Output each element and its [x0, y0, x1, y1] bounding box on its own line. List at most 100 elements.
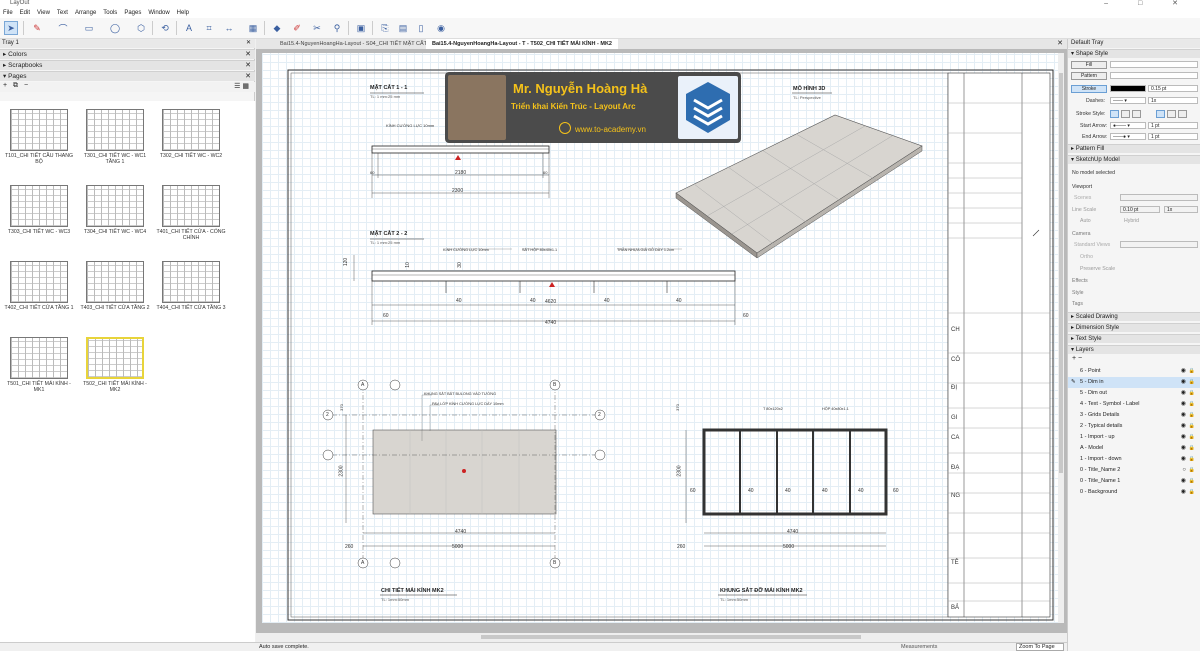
delete-page-icon[interactable]: ▯ — [414, 21, 428, 35]
polygon-tool-icon[interactable]: ⬡ — [134, 21, 148, 35]
layer-row[interactable]: 0 - Title_Name 2 ○ 🔒 — [1068, 465, 1200, 476]
zoom-select[interactable]: Zoom To Page — [1016, 643, 1064, 651]
menu-pages[interactable]: Pages — [124, 9, 141, 18]
visibility-eye-icon[interactable]: ◉ — [1181, 432, 1186, 443]
duplicate-page-icon[interactable]: ▤ — [396, 21, 410, 35]
effects-label[interactable]: Effects — [1072, 278, 1088, 284]
panel-pattern-fill[interactable]: ▸ Pattern Fill — [1068, 144, 1200, 153]
layer-row[interactable]: 1 - Import - down ◉ 🔒 — [1068, 454, 1200, 465]
table-tool-icon[interactable]: ▦ — [246, 21, 260, 35]
page-thumbnail[interactable]: T404_CHI TIẾT CỬA TẦNG 3 — [156, 261, 226, 311]
line-tool-icon[interactable]: ✎ — [30, 21, 44, 35]
add-page-icon[interactable]: + — [3, 82, 7, 89]
pattern-button[interactable]: Pattern — [1071, 72, 1107, 80]
lock-icon[interactable]: 🔒 — [1189, 421, 1195, 432]
window-controls[interactable]: – □ ✕ — [1104, 0, 1192, 7]
join-style-round-icon[interactable] — [1167, 110, 1176, 118]
close-icon[interactable]: ✕ — [245, 61, 251, 71]
tab-document-1[interactable]: Bai15.4-NguyenHoangHa-Layout - S04_CHI T… — [274, 39, 433, 49]
join-style-bevel-icon[interactable] — [1178, 110, 1187, 118]
pattern-swatch[interactable] — [1110, 72, 1198, 79]
fill-button[interactable]: Fill — [1071, 61, 1107, 69]
layer-row[interactable]: 2 - Typical details ◉ 🔒 — [1068, 421, 1200, 432]
add-layer-icon[interactable]: + — [1072, 355, 1076, 362]
layer-row[interactable]: 1 - Import - up ◉ 🔒 — [1068, 432, 1200, 443]
page-thumbnail[interactable]: T403_CHI TIẾT CỬA TẦNG 2 — [80, 261, 150, 311]
horizontal-scrollbar[interactable] — [256, 633, 1067, 642]
layer-row[interactable]: 0 - Background ◉ 🔒 — [1068, 487, 1200, 498]
scenes-select[interactable] — [1120, 194, 1198, 201]
lock-icon[interactable]: 🔒 — [1189, 476, 1195, 487]
lock-icon[interactable]: 🔒 — [1189, 487, 1195, 498]
panel-dimension-style[interactable]: ▸ Dimension Style — [1068, 323, 1200, 332]
menu-view[interactable]: View — [37, 9, 50, 18]
eraser-tool-icon[interactable]: ◆ — [270, 21, 284, 35]
visibility-eye-icon[interactable]: ◉ — [1181, 421, 1186, 432]
layer-row[interactable]: ✎ 5 - Dim in ◉ 🔒 — [1068, 377, 1200, 388]
circle-tool-icon[interactable]: ◯ — [108, 21, 122, 35]
join-tool-icon[interactable]: ⚲ — [330, 21, 344, 35]
lock-icon[interactable]: 🔒 — [1189, 366, 1195, 377]
menu-help[interactable]: Help — [177, 9, 189, 18]
page-thumbnail[interactable]: T402_CHI TIẾT CỬA TẦNG 1 — [4, 261, 74, 311]
close-icon[interactable]: ✕ — [245, 50, 251, 60]
dashes-select[interactable]: —— ▾ — [1110, 97, 1146, 104]
page-thumbnail[interactable]: T303_CHI TIẾT WC - WC3 — [4, 185, 74, 235]
page-thumbnail[interactable]: T302_CHI TIẾT WC - WC2 — [156, 109, 226, 159]
select-tool-icon[interactable]: ➤ — [4, 21, 18, 35]
lock-icon[interactable]: 🔒 — [1189, 454, 1195, 465]
page-thumbnail[interactable]: T304_CHI TIẾT WC - WC4 — [80, 185, 150, 235]
cap-style-round-icon[interactable] — [1121, 110, 1130, 118]
panel-text-style[interactable]: ▸ Text Style — [1068, 334, 1200, 343]
join-style-miter-icon[interactable] — [1156, 110, 1165, 118]
start-arrow-size[interactable]: 1 pt — [1148, 122, 1198, 129]
panel-scrapbooks[interactable]: ▸ Scrapbooks ✕ — [0, 60, 255, 70]
close-icon[interactable]: ✕ — [245, 72, 251, 82]
layer-row[interactable]: 3 - Grids Details ◉ 🔒 — [1068, 410, 1200, 421]
visibility-eye-icon[interactable]: ◉ — [1181, 377, 1186, 388]
duplicate-page-icon[interactable]: ⧉ — [13, 82, 18, 89]
tray-close-icon[interactable]: ✕ — [246, 39, 251, 48]
menu-tools[interactable]: Tools — [103, 9, 117, 18]
page-thumbnail[interactable]: T401_CHI TIẾT CỬA - CỔNG CHÍNH — [156, 185, 226, 241]
page-thumbnail[interactable]: T501_CHI TIẾT MÁI KÍNH - MK1 — [4, 337, 74, 393]
page-thumbnail[interactable]: T101_CHI TIẾT CẦU THANG BỘ — [4, 109, 74, 165]
tags-label[interactable]: Tags — [1072, 301, 1083, 307]
panel-sketchup-model[interactable]: ▾ SketchUp Model — [1068, 155, 1200, 164]
panel-layers[interactable]: ▾ Layers — [1068, 345, 1200, 354]
remove-layer-icon[interactable]: − — [1078, 355, 1082, 362]
page-thumbnail[interactable]: T301_CHI TIẾT WC - WC1 TẦNG 1 — [80, 109, 150, 165]
layer-row[interactable]: 0 - Title_Name 1 ◉ 🔒 — [1068, 476, 1200, 487]
close-document-icon[interactable]: ✕ — [1057, 39, 1063, 47]
preserve-scale-label[interactable]: Preserve Scale — [1080, 266, 1115, 272]
stroke-color-swatch[interactable] — [1110, 85, 1146, 92]
menu-text[interactable]: Text — [57, 9, 68, 18]
lock-icon[interactable]: 🔒 — [1189, 432, 1195, 443]
menu-edit[interactable]: Edit — [20, 9, 30, 18]
lock-icon[interactable]: 🔒 — [1189, 377, 1195, 388]
start-arrow-select[interactable]: ●—— ▾ — [1110, 122, 1146, 129]
lock-icon[interactable]: 🔒 — [1189, 388, 1195, 399]
panel-pages[interactable]: ▾ Pages ✕ — [0, 71, 255, 81]
remove-page-icon[interactable]: − — [24, 82, 28, 89]
layer-row[interactable]: A - Model ◉ 🔒 — [1068, 443, 1200, 454]
visibility-eye-icon[interactable]: ◉ — [1181, 487, 1186, 498]
menu-arrange[interactable]: Arrange — [75, 9, 96, 18]
layer-row[interactable]: 6 - Point ◉ 🔒 — [1068, 366, 1200, 377]
visibility-eye-icon[interactable]: ◉ — [1181, 454, 1186, 465]
stroke-button[interactable]: Stroke — [1071, 85, 1107, 93]
page-thumbnail[interactable]: T502_CHI TIẾT MÁI KÍNH - MK2 — [80, 337, 150, 393]
add-page-icon[interactable]: ⎘ — [378, 21, 392, 35]
end-arrow-select[interactable]: ——● ▾ — [1110, 133, 1146, 140]
visibility-eye-icon[interactable]: ◉ — [1181, 476, 1186, 487]
standard-views-select[interactable] — [1120, 241, 1198, 248]
style-label[interactable]: Style — [1072, 290, 1084, 296]
auto-checkbox-label[interactable]: Auto — [1080, 218, 1091, 224]
visibility-eye-icon[interactable]: ◉ — [1181, 410, 1186, 421]
vertical-scrollbar[interactable] — [1058, 53, 1064, 623]
text-tool-icon[interactable]: A — [182, 21, 196, 35]
account-icon[interactable]: ◉ — [434, 21, 448, 35]
line-scale-multiplier[interactable]: 1x — [1164, 206, 1198, 213]
view-toggle-icon[interactable]: ☰ ▦ — [234, 82, 249, 90]
tab-document-2[interactable]: Bai15.4-NguyenHoangHa-Layout - T - T502_… — [426, 39, 618, 49]
